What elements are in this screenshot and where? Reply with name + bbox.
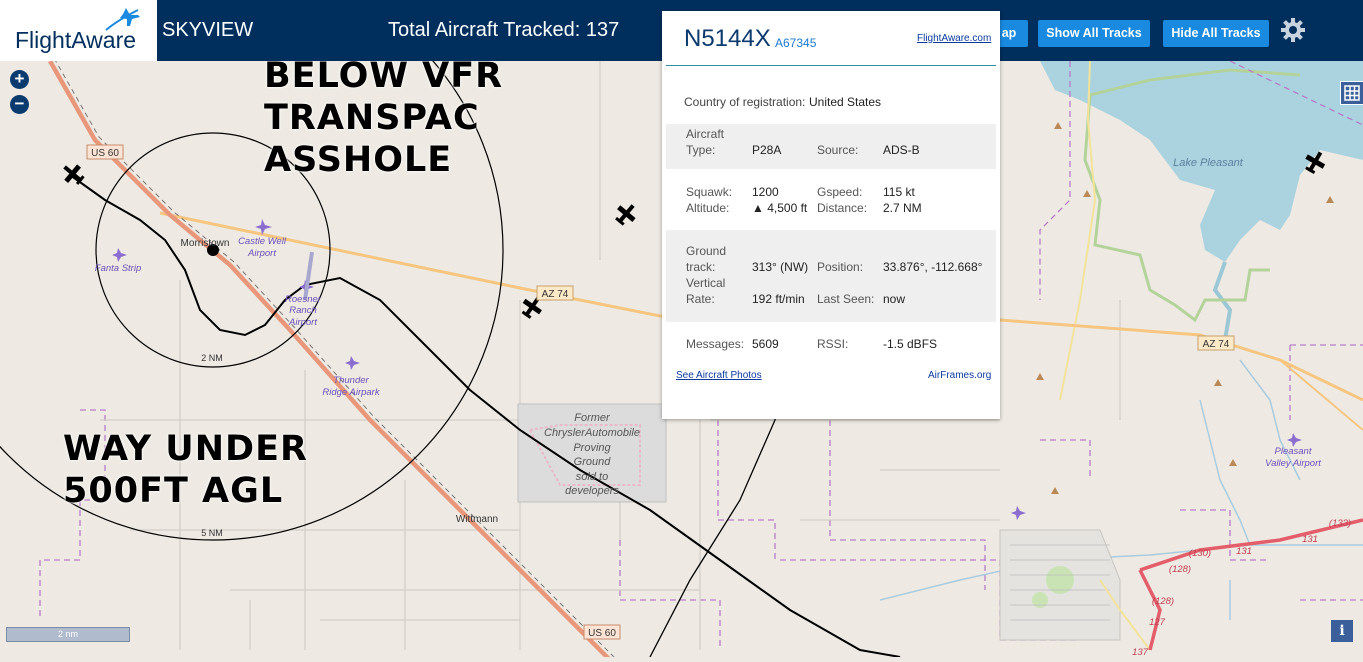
grid-icon[interactable] xyxy=(1340,81,1363,105)
rssi-value: -1.5 dBFS xyxy=(883,337,938,351)
track-row: Ground track: 313° (NW) Position: 33.876… xyxy=(666,230,996,322)
aircraft-ident: N5144X xyxy=(684,25,771,52)
gear-icon[interactable] xyxy=(1280,17,1306,43)
aircraft-type-label: Aircraft xyxy=(686,127,725,141)
flightaware-logo[interactable]: FlightAware xyxy=(0,0,157,61)
gspeed-label: Gspeed: xyxy=(817,185,863,199)
annotation-top-line2: TRANSPAC xyxy=(264,98,480,138)
label-wittmann: Wittmann xyxy=(456,514,498,525)
annotation-bottom: WAY UNDER 500FT AGL xyxy=(63,428,308,512)
label-ring-5nm: 5 NM xyxy=(201,528,223,538)
gspeed-value: 115 kt xyxy=(883,185,915,199)
ground-track-label: Ground xyxy=(686,244,727,258)
see-aircraft-photos-link[interactable]: See Aircraft Photos xyxy=(676,370,762,381)
svg-text:Roesner: Roesner xyxy=(285,294,322,305)
svg-text:Ranch: Ranch xyxy=(289,305,316,316)
annotation-top: BELOW VFR TRANSPAC ASSHOLE xyxy=(264,55,503,181)
ground-track-value: 313° (NW) xyxy=(752,260,809,274)
svg-text:developers: developers xyxy=(565,485,619,497)
svg-text:Airport: Airport xyxy=(288,317,317,328)
svg-text:ChryslerAutomobile: ChryslerAutomobile xyxy=(544,427,640,439)
grid-icon-glyph xyxy=(1344,85,1360,101)
aircraft-type-label-2: Type: xyxy=(686,143,716,157)
squawk-label: Squawk: xyxy=(686,185,733,199)
road-shield-us60-top: US 60 xyxy=(86,144,124,160)
info-button[interactable]: i xyxy=(1331,620,1353,642)
annotation-top-line3: ASSHOLE xyxy=(264,140,453,180)
distance-label: Distance: xyxy=(817,201,868,215)
show-all-tracks-button[interactable]: Show All Tracks xyxy=(1038,20,1150,47)
svg-text:(130): (130) xyxy=(1189,548,1211,559)
aircraft-type-value: P28A xyxy=(752,143,782,157)
svg-text:Proving: Proving xyxy=(573,442,611,454)
distance-value: 2.7 NM xyxy=(883,201,922,215)
aircraft-hex: A67345 xyxy=(775,36,817,50)
flightaware-link[interactable]: FlightAware.com xyxy=(917,33,991,44)
logo-text: FlightAware xyxy=(15,27,137,53)
zoom-out-button[interactable]: − xyxy=(10,95,29,114)
source-label: Source: xyxy=(817,143,859,157)
squawk-value: 1200 xyxy=(752,185,779,199)
messages-value: 5609 xyxy=(752,337,779,351)
source-value: ADS-B xyxy=(883,143,920,157)
annotation-bottom-line2: 500FT AGL xyxy=(63,471,284,511)
svg-text:137: 137 xyxy=(1132,647,1149,657)
svg-text:Former: Former xyxy=(574,412,611,424)
popup-divider xyxy=(666,65,996,66)
vertical-rate-label-2: Rate: xyxy=(686,292,715,306)
airframes-link[interactable]: AirFrames.org xyxy=(928,370,991,381)
svg-text:127: 127 xyxy=(1149,617,1166,628)
svg-text:Thunder: Thunder xyxy=(333,375,369,386)
svg-text:Lake Pleasant: Lake Pleasant xyxy=(1173,157,1244,169)
country-row: Country of registration: United States xyxy=(666,95,996,113)
scale-bar: 2 nm xyxy=(6,627,130,642)
hide-all-tracks-button[interactable]: Hide All Tracks xyxy=(1163,20,1269,47)
aircraft-info-popup: N5144X A67345 FlightAware.com Country of… xyxy=(662,11,1000,419)
svg-text:(133): (133) xyxy=(1329,518,1351,529)
total-tracked: Total Aircraft Tracked: 137 xyxy=(388,19,620,41)
type-row: Aircraft Type: P28A Source: ADS-B xyxy=(666,124,996,169)
road-shield-az74-right: AZ 74 xyxy=(1197,335,1235,351)
rssi-label: RSSI: xyxy=(817,337,849,351)
svg-text:131: 131 xyxy=(1302,534,1318,545)
svg-text:US 60: US 60 xyxy=(588,628,616,639)
altitude-label: Altitude: xyxy=(686,201,730,215)
svg-text:sold to: sold to xyxy=(576,471,608,483)
altitude-value: ▲ 4,500 ft xyxy=(752,201,808,215)
last-seen-label: Last Seen: xyxy=(817,292,875,306)
annotation-top-line1: BELOW VFR xyxy=(264,56,504,96)
svg-text:US 60: US 60 xyxy=(91,148,119,159)
vertical-rate-value: 192 ft/min xyxy=(752,292,805,306)
position-value: 33.876°, -112.668° xyxy=(883,260,983,274)
ground-track-label-2: track: xyxy=(686,260,716,274)
svg-text:Fanta Strip: Fanta Strip xyxy=(95,263,141,274)
svg-text:Pleasant: Pleasant xyxy=(1275,446,1312,457)
road-shield-az74-left: AZ 74 xyxy=(536,285,574,301)
svg-text:(128): (128) xyxy=(1169,564,1191,575)
label-morristown: Morristown xyxy=(181,238,230,249)
aircraft-icon xyxy=(615,204,636,226)
label-ring-2nm: 2 NM xyxy=(201,353,223,363)
messages-row: Messages: 5609 RSSI: -1.5 dBFS xyxy=(666,337,996,355)
svg-text:Valley Airport: Valley Airport xyxy=(1265,458,1321,469)
svg-text:131: 131 xyxy=(1236,546,1252,557)
svg-text:AZ 74: AZ 74 xyxy=(542,289,569,300)
messages-label: Messages: xyxy=(686,337,745,351)
last-seen-value: now xyxy=(883,292,906,306)
svg-text:Castle Well: Castle Well xyxy=(238,236,287,247)
svg-text:Airport: Airport xyxy=(247,248,276,259)
annotation-bottom-line1: WAY UNDER xyxy=(63,429,308,469)
svg-text:(128): (128) xyxy=(1152,596,1174,607)
app-name: SKYVIEW xyxy=(162,19,254,41)
road-shield-us60-bottom: US 60 xyxy=(583,624,621,640)
country-label: Country of registration: xyxy=(684,95,806,109)
zoom-in-button[interactable]: + xyxy=(10,70,29,89)
position-label: Position: xyxy=(817,260,864,274)
svg-text:AZ 74: AZ 74 xyxy=(1203,339,1230,350)
svg-text:Ground: Ground xyxy=(574,456,612,468)
country-value: United States xyxy=(809,95,882,109)
squawk-row: Squawk: 1200 Gspeed: 115 kt Altitude: ▲ … xyxy=(666,183,996,219)
vertical-rate-label: Vertical xyxy=(686,276,726,290)
svg-text:Ridge Airpark: Ridge Airpark xyxy=(322,387,380,398)
